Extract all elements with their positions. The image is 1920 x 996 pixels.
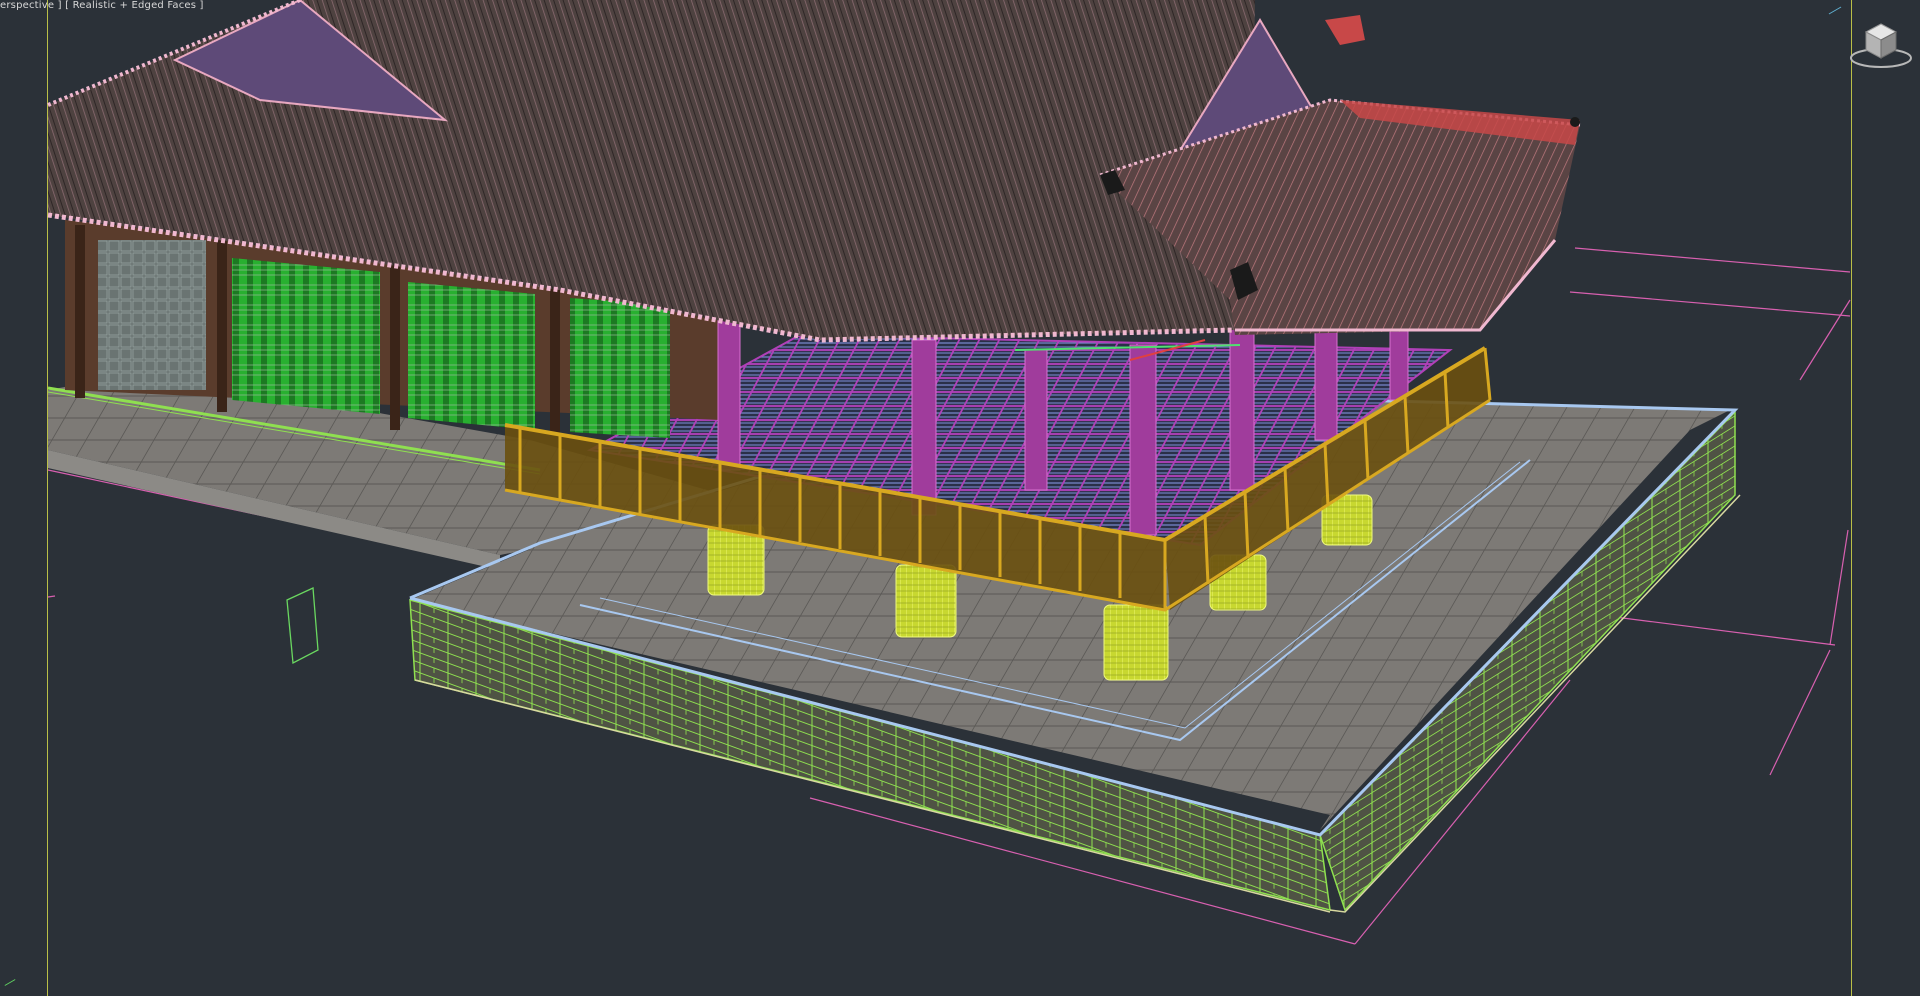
pillar-base-2 [895, 564, 957, 638]
viewcube-icon[interactable] [1846, 14, 1916, 74]
column-1 [717, 319, 741, 471]
small-helper-object [286, 587, 319, 665]
window-panel-1 [98, 240, 206, 390]
perspective-viewport[interactable]: erspective ] [ Realistic + Edged Faces ] [0, 0, 1920, 996]
window-panel-3 [408, 282, 535, 430]
window-panel-4 [570, 298, 670, 438]
window-panel-2 [232, 258, 380, 414]
column-4 [1129, 344, 1157, 536]
viewport-label[interactable]: erspective ] [ Realistic + Edged Faces ] [0, 0, 204, 12]
column-3 [1024, 349, 1048, 491]
column-6 [1314, 319, 1338, 441]
column-2 [911, 339, 937, 516]
pillar-base-3 [1103, 604, 1169, 681]
scene-render[interactable] [0, 0, 1920, 996]
